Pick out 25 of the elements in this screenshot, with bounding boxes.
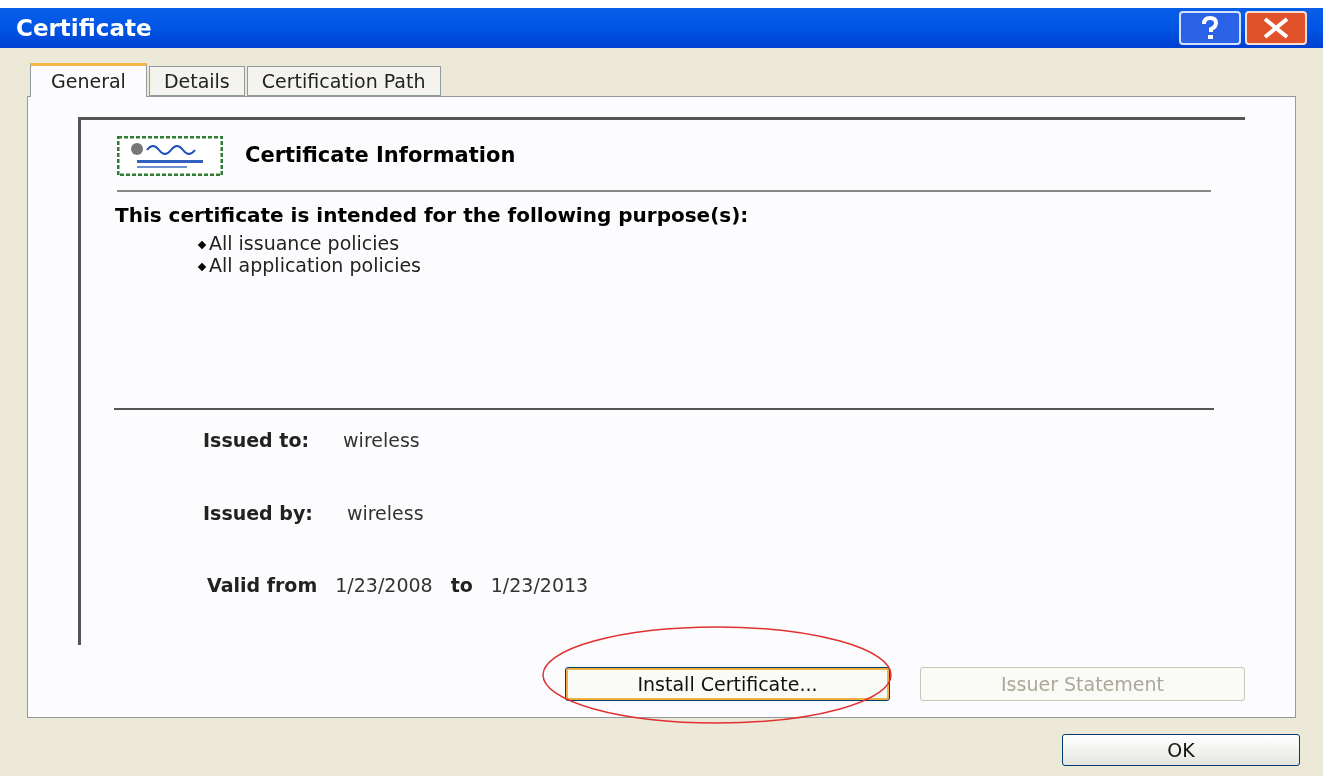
tab[interactable]: General [30,63,147,97]
validity-date: 1/23/2013 [490,573,589,598]
help-button[interactable] [1179,11,1241,45]
info-heading: Certificate Information [245,142,516,170]
field-label: Issued by: [203,500,313,526]
validity-label: Valid from [207,573,318,598]
bullet-icon [197,240,207,249]
bullet-icon [197,262,207,271]
purpose-item: All application policies [199,254,1211,276]
window-title: Certificate [16,13,152,43]
field-value: wireless [346,500,424,526]
close-icon [1262,17,1290,39]
ok-button[interactable]: OK [1062,734,1300,766]
tab[interactable]: Certification Path [246,66,441,96]
close-button[interactable] [1245,11,1307,45]
field-label: Issued to: [203,428,310,453]
question-mark-icon [1200,16,1220,40]
panel-button[interactable]: Install Certificate... [565,667,890,701]
purpose-item: All issuance policies [199,232,1211,254]
validity-label: to [450,573,473,598]
certificate-icon [117,136,223,176]
purpose-intro: This certificate is intended for the following purpose(s): [115,202,750,229]
validity-date: 1/23/2008 [335,573,433,598]
tab[interactable]: Details [148,66,245,96]
field-value: wireless [343,428,420,453]
